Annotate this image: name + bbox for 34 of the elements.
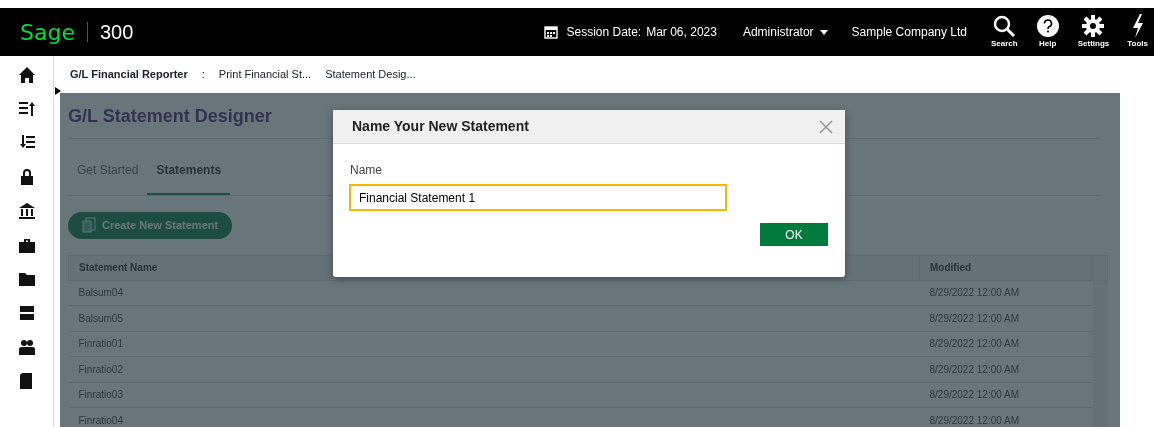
briefcase-icon[interactable] [18, 236, 35, 254]
calendar-icon [544, 25, 559, 39]
lock-icon[interactable] [18, 168, 35, 186]
document-icon[interactable] [18, 372, 35, 390]
dialog-title: Name Your New Statement [352, 117, 529, 136]
breadcrumb-item[interactable]: Print Financial St... [218, 66, 312, 83]
tools-button[interactable]: Tools [1127, 14, 1148, 50]
logo: Sage [20, 18, 75, 47]
product-name: 300 [99, 20, 134, 45]
name-input-field[interactable]: Financial Statement 1 [349, 184, 727, 211]
session-date: Mar 06, 2023 [646, 24, 717, 41]
session-date-label: Session Date: [566, 24, 642, 41]
drawers-icon[interactable] [18, 304, 35, 322]
breadcrumb-item[interactable]: : [201, 66, 205, 83]
folder-icon[interactable] [18, 270, 35, 288]
field-label: Name [350, 162, 383, 179]
settings-button[interactable]: Settings [1077, 14, 1110, 50]
settings-icon [1081, 14, 1106, 38]
breadcrumb-item[interactable]: Statement Desig... [325, 66, 416, 83]
people-icon[interactable] [18, 338, 35, 356]
ok-button[interactable]: OK [760, 223, 828, 246]
lightning-icon [1130, 14, 1145, 38]
list-up-icon[interactable] [18, 100, 35, 118]
home-icon[interactable] [18, 66, 35, 84]
breadcrumb-item[interactable]: G/L Financial Reporter [70, 66, 188, 83]
user-dropdown[interactable]: Administrator [742, 23, 828, 41]
expand-arrow-icon[interactable] [55, 87, 61, 95]
search-icon [992, 14, 1017, 38]
caret-icon [819, 29, 828, 35]
help-icon [1035, 14, 1060, 38]
help-button[interactable]: Help [1035, 14, 1060, 50]
search-button[interactable]: Search [991, 14, 1018, 50]
company-name: Sample Company Ltd [851, 24, 967, 41]
bank-icon[interactable] [18, 202, 35, 220]
